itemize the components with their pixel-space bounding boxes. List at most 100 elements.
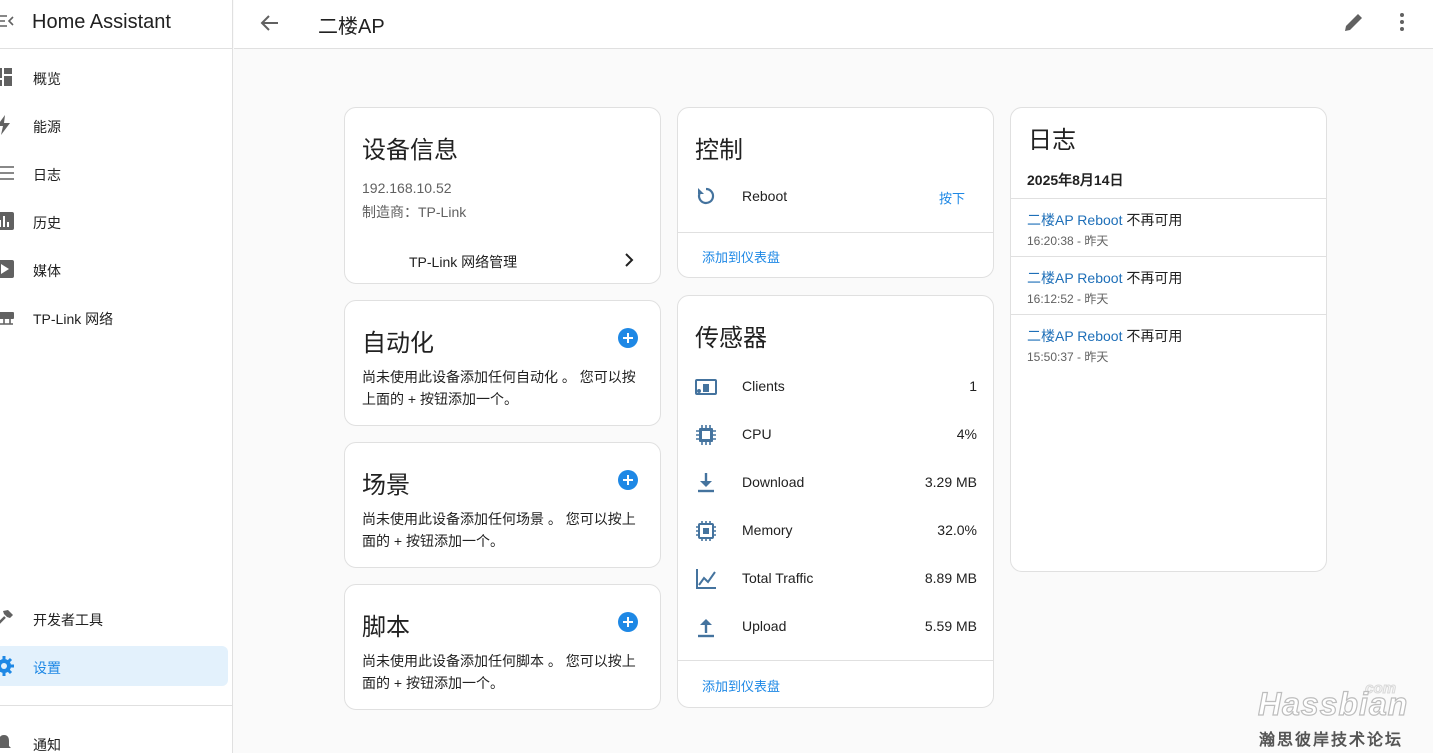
- add-script-icon[interactable]: [618, 612, 638, 632]
- scene-card: 场景 尚未使用此设备添加任何场景 。 您可以按上面的 + 按钮添加一个。: [344, 442, 661, 568]
- scene-description: 尚未使用此设备添加任何场景 。 您可以按上面的 + 按钮添加一个。: [362, 511, 636, 549]
- card-divider: [678, 660, 993, 661]
- device-ip: 192.168.10.52: [362, 180, 452, 196]
- press-button[interactable]: 按下: [939, 188, 965, 207]
- sidebar: Home Assistant 概览 能源 日志 历史 媒体 TP-Link 网络…: [0, 0, 233, 753]
- sensor-value: 3.29 MB: [924, 474, 977, 490]
- hassbian-watermark: com Hassbian 瀚思彼岸技术论坛: [1256, 680, 1416, 750]
- sidebar-item-label: 通知: [33, 737, 61, 753]
- sidebar-item-energy[interactable]: 能源: [0, 105, 228, 145]
- network-icon: [0, 312, 14, 325]
- sensor-row[interactable]: Clients 1: [678, 370, 993, 406]
- script-card: 脚本 尚未使用此设备添加任何脚本 。 您可以按上面的 + 按钮添加一个。: [344, 584, 661, 710]
- sensor-label: Total Traffic: [742, 570, 814, 586]
- back-arrow-icon[interactable]: [258, 11, 282, 35]
- upload-icon: [698, 619, 714, 638]
- integration-link-label: TP-Link 网络管理: [409, 254, 518, 270]
- sidebar-item-label: TP-Link 网络: [33, 311, 114, 327]
- logbook-entry-text: 二楼AP Reboot 不再可用: [1027, 268, 1182, 288]
- chevron-right-icon: [625, 253, 634, 267]
- list-icon: [0, 166, 14, 180]
- sensor-label: Clients: [742, 378, 785, 394]
- logbook-entry: 二楼AP Reboot 不再可用 16:12:52 - 昨天: [1011, 256, 1326, 314]
- watermark-subtitle: 瀚思彼岸技术论坛: [1259, 732, 1404, 749]
- sidebar-item-notifications[interactable]: 通知: [0, 723, 228, 753]
- watermark-logo: Hassbian: [1257, 685, 1409, 722]
- card-title: 脚本: [362, 614, 410, 641]
- app-title: Home Assistant: [32, 11, 171, 33]
- line-chart-icon: [696, 569, 716, 589]
- sidebar-item-label: 日志: [33, 167, 61, 183]
- sidebar-item-label: 设置: [33, 660, 61, 676]
- logbook-card: 日志 2025年8月14日 二楼AP Reboot 不再可用 16:20:38 …: [1010, 107, 1327, 572]
- entity-link[interactable]: 二楼AP Reboot: [1027, 212, 1122, 228]
- control-row-reboot: Reboot 按下: [678, 178, 993, 214]
- sidebar-item-label: 概览: [33, 71, 61, 87]
- sensor-value: 8.89 MB: [924, 570, 977, 586]
- gear-icon: [0, 656, 14, 676]
- sensor-row[interactable]: Total Traffic 8.89 MB: [678, 562, 993, 598]
- sensor-label: Memory: [742, 522, 793, 538]
- card-title: 设备信息: [362, 137, 458, 164]
- controls-card: 控制 Reboot 按下 添加到仪表盘: [677, 107, 994, 278]
- sidebar-item-media[interactable]: 媒体: [0, 249, 228, 289]
- restart-icon: [697, 187, 715, 205]
- hammer-icon: [0, 610, 13, 624]
- bell-icon: [0, 735, 11, 748]
- card-title: 控制: [695, 137, 743, 164]
- sensor-value: 5.59 MB: [924, 618, 977, 634]
- add-scene-icon[interactable]: [618, 470, 638, 490]
- add-automation-icon[interactable]: [618, 328, 638, 348]
- sidebar-item-developer-tools[interactable]: 开发者工具: [0, 598, 228, 638]
- entry-message: 不再可用: [1122, 328, 1183, 344]
- dashboard-icon: [0, 68, 12, 86]
- sidebar-item-history[interactable]: 历史: [0, 201, 228, 241]
- card-title: 自动化: [362, 330, 434, 357]
- card-divider: [678, 232, 993, 233]
- automation-card: 自动化 尚未使用此设备添加任何自动化 。 您可以按上面的 + 按钮添加一个。: [344, 300, 661, 426]
- sidebar-item-logbook[interactable]: 日志: [0, 153, 228, 193]
- sensor-row[interactable]: CPU 4%: [678, 418, 993, 454]
- lightning-icon: [0, 115, 10, 135]
- menu-open-icon[interactable]: [0, 11, 16, 31]
- sensor-label: Download: [742, 474, 805, 490]
- sensors-card: 传感器 Clients 1 CPU 4% Download 3.29 MB Me…: [677, 295, 994, 708]
- control-label: Reboot: [742, 188, 788, 204]
- sidebar-item-label: 媒体: [33, 263, 61, 279]
- logbook-entry-text: 二楼AP Reboot 不再可用: [1027, 326, 1182, 346]
- sensor-value: 32.0%: [937, 522, 977, 538]
- chart-bar-icon: [0, 212, 14, 230]
- add-to-dashboard-link[interactable]: 添加到仪表盘: [702, 247, 780, 266]
- sidebar-item-settings[interactable]: 设置: [0, 646, 228, 686]
- add-to-dashboard-link[interactable]: 添加到仪表盘: [702, 676, 780, 695]
- entry-time: 16:20:38 - 昨天: [1027, 234, 1109, 248]
- more-vertical-icon[interactable]: [1390, 10, 1414, 34]
- sidebar-item-label: 能源: [33, 119, 61, 135]
- integration-link-row[interactable]: TP-Link 网络管理: [345, 242, 660, 278]
- devices-icon: [695, 379, 717, 395]
- sensor-row[interactable]: Memory 32.0%: [678, 514, 993, 550]
- sidebar-item-overview[interactable]: 概览: [0, 57, 228, 97]
- sidebar-item-label: 开发者工具: [33, 612, 103, 628]
- sidebar-header: Home Assistant: [0, 0, 232, 49]
- sensor-row[interactable]: Upload 5.59 MB: [678, 610, 993, 646]
- sensor-row[interactable]: Download 3.29 MB: [678, 466, 993, 502]
- memory-icon: [696, 521, 716, 541]
- device-info-card: 设备信息 192.168.10.52 制造商：TP-Link TP-Link 网…: [344, 107, 661, 284]
- entity-link[interactable]: 二楼AP Reboot: [1027, 270, 1122, 286]
- automation-description: 尚未使用此设备添加任何自动化 。 您可以按上面的 + 按钮添加一个。: [362, 369, 636, 407]
- entry-time: 16:12:52 - 昨天: [1027, 292, 1109, 306]
- card-title: 场景: [362, 472, 410, 499]
- entity-link[interactable]: 二楼AP Reboot: [1027, 328, 1122, 344]
- sensor-label: Upload: [742, 618, 787, 634]
- card-title: 日志: [1028, 127, 1076, 154]
- page-title: 二楼AP: [318, 16, 385, 38]
- logbook-entry: 二楼AP Reboot 不再可用 15:50:37 - 昨天: [1011, 314, 1326, 372]
- entry-message: 不再可用: [1122, 212, 1183, 228]
- sidebar-item-tplink[interactable]: TP-Link 网络: [0, 297, 228, 337]
- sensor-label: CPU: [742, 426, 772, 442]
- pencil-icon[interactable]: [1342, 10, 1366, 34]
- card-title: 传感器: [695, 325, 767, 352]
- logbook-entry: 二楼AP Reboot 不再可用 16:20:38 - 昨天: [1011, 198, 1326, 256]
- script-description: 尚未使用此设备添加任何脚本 。 您可以按上面的 + 按钮添加一个。: [362, 653, 636, 691]
